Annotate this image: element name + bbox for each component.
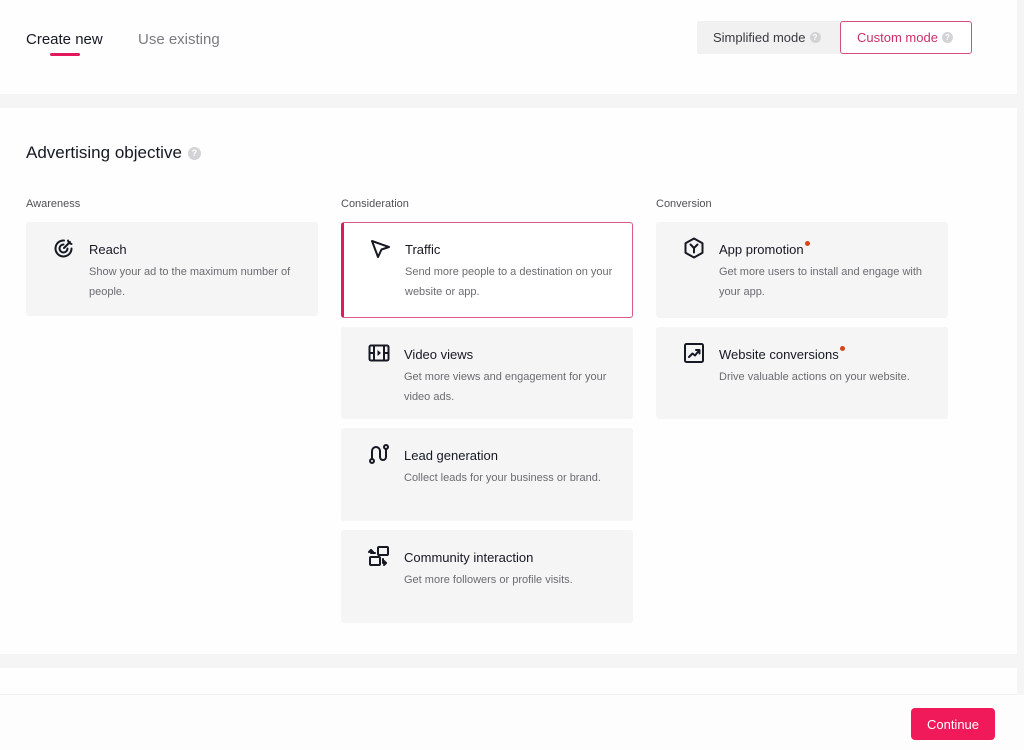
card-description: Get more users to install and engage wit… [719, 266, 923, 298]
column-label-consideration: Consideration [341, 198, 409, 210]
objective-card-lead-generation[interactable]: Lead generation Collect leads for your b… [341, 428, 633, 521]
objective-card-website-conversions[interactable]: Website conversions Drive valuable actio… [656, 327, 948, 419]
tab-use-existing[interactable]: Use existing [138, 31, 220, 48]
advertising-objective-title: Advertising objective [26, 143, 182, 162]
community-swap-icon [367, 544, 391, 568]
objective-card-traffic[interactable]: Traffic Send more people to a destinatio… [341, 222, 633, 318]
card-description: Send more people to a destination on you… [405, 266, 613, 298]
trend-chart-icon [682, 341, 706, 365]
card-title-text: Website conversions [719, 347, 839, 362]
tab-create-new[interactable]: Create new [26, 31, 103, 48]
question-circle-icon[interactable]: ? [187, 146, 201, 160]
continue-button[interactable]: Continue [911, 708, 995, 740]
objective-card-app-promotion[interactable]: App promotion Get more users to install … [656, 222, 948, 318]
video-film-icon [367, 341, 391, 365]
target-icon [52, 236, 76, 260]
section-title: Advertising objective ? [26, 143, 201, 163]
card-description: Get more followers or profile visits. [404, 574, 573, 586]
card-description: Get more views and engagement for your v… [404, 371, 607, 403]
card-description: Collect leads for your business or brand… [404, 472, 601, 484]
creation-header-panel: Create new Use existing Simplified mode … [0, 0, 1017, 94]
card-title: Lead generation [404, 448, 498, 463]
objective-card-video-views[interactable]: Video views Get more views and engagemen… [341, 327, 633, 419]
custom-mode-label: Custom mode [857, 30, 938, 45]
app-cube-icon [682, 236, 706, 260]
lead-path-icon [367, 442, 391, 466]
card-title: Website conversions [719, 346, 845, 362]
card-description: Drive valuable actions on your website. [719, 371, 910, 383]
objective-card-reach[interactable]: Reach Show your ad to the maximum number… [26, 222, 318, 316]
simplified-mode-label: Simplified mode [713, 30, 806, 45]
card-title: App promotion [719, 241, 810, 257]
new-indicator-dot [839, 346, 845, 351]
custom-mode-button[interactable]: Custom mode ? [840, 21, 972, 54]
footer-bar [0, 695, 1024, 750]
card-description: Show your ad to the maximum number of pe… [89, 266, 291, 298]
column-label-awareness: Awareness [26, 198, 81, 210]
card-title: Reach [89, 242, 127, 257]
new-indicator-dot [804, 241, 810, 246]
question-circle-icon[interactable]: ? [941, 32, 953, 43]
next-section-panel [0, 668, 1017, 695]
card-title: Video views [404, 347, 474, 362]
objective-card-community-interaction[interactable]: Community interaction Get more followers… [341, 530, 633, 623]
active-tab-indicator [50, 53, 80, 56]
question-circle-icon[interactable]: ? [809, 32, 821, 43]
cursor-arrow-icon [368, 237, 392, 261]
card-title: Traffic [405, 242, 441, 257]
simplified-mode-button[interactable]: Simplified mode ? [697, 21, 840, 54]
card-title-text: App promotion [719, 242, 804, 257]
column-label-conversion: Conversion [656, 198, 712, 210]
card-title: Community interaction [404, 550, 534, 565]
mode-switch: Simplified mode ? Custom mode ? [697, 21, 972, 54]
